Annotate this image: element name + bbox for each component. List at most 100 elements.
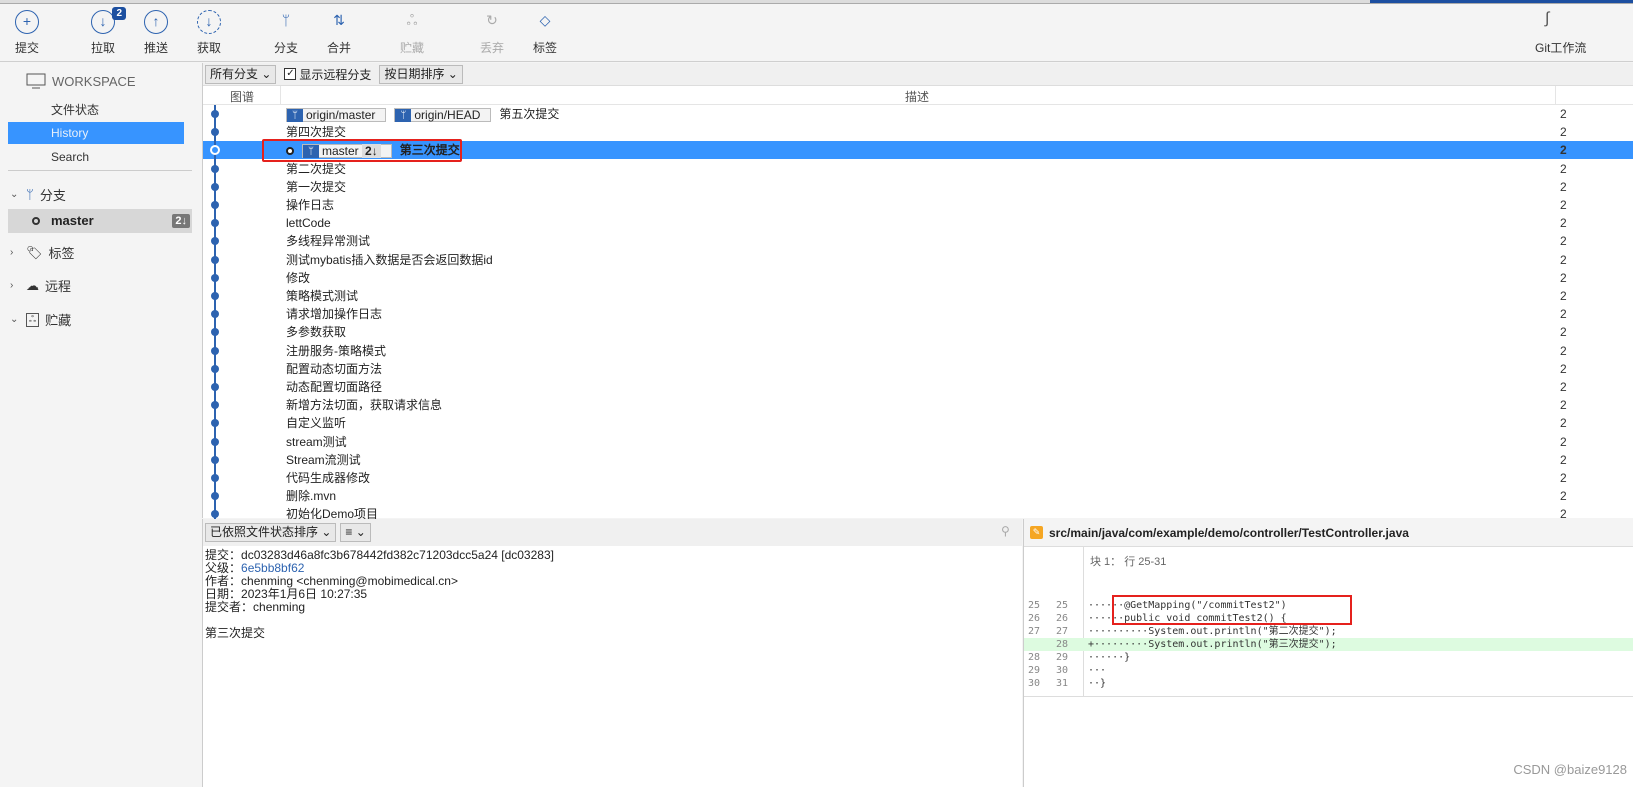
chevron-down-icon: ⌄: [447, 66, 458, 81]
commit-row[interactable]: 自定义监听 2: [203, 414, 1633, 432]
branches-label: 分支: [39, 188, 66, 203]
parent-link[interactable]: 6e5bb8bf62: [241, 561, 304, 575]
commit-row[interactable]: Stream流测试 2: [203, 451, 1633, 469]
commit-row[interactable]: 操作日志 2: [203, 196, 1633, 214]
chevron-right-icon: ›: [10, 280, 14, 291]
commit-row[interactable]: 多线程异常测试 2: [203, 232, 1633, 250]
merge-icon: ⇅: [333, 12, 345, 28]
commit-row[interactable]: 修改 2: [203, 269, 1633, 287]
file-sort-dropdown[interactable]: 已依照文件状态排序 ⌄: [205, 523, 337, 542]
commit-row[interactable]: 动态配置切面路径 2: [203, 378, 1633, 396]
sidebar-item-file-status[interactable]: 文件状态: [8, 99, 184, 121]
commit-description: 自定义监听: [286, 416, 347, 431]
toolbar-push-button[interactable]: ↑ 推送: [131, 10, 181, 56]
active-tab-indicator: [1370, 0, 1633, 3]
toolbar-pull-button[interactable]: ↓ 2 拉取: [78, 7, 128, 56]
commit-hash-line: 提交：dc03283d46a8fc3b678442fd382c71203dcc5…: [205, 549, 1020, 562]
toolbar-discard-button[interactable]: ↻ 丢弃: [467, 10, 517, 56]
checkbox-checked-icon: ✓: [284, 68, 297, 80]
commit-node-icon: [211, 364, 219, 373]
modified-file-icon: ✎: [1030, 526, 1043, 539]
toolbar-label: 获取: [196, 41, 221, 55]
commit-node-icon: [211, 164, 219, 173]
commit-date: 2: [1560, 161, 1567, 176]
highlight-box: [262, 139, 462, 162]
hunk-header: 块 1： 行 25-31: [1090, 556, 1167, 568]
diff-line-added: 28 +·········System.out.println("第三次提交");: [1024, 638, 1633, 651]
commit-row[interactable]: 测试mybatis插入数据是否会返回数据id 2: [203, 251, 1633, 269]
commit-description: 配置动态切面方法: [286, 361, 383, 376]
commit-row[interactable]: 多参数获取 2: [203, 323, 1633, 341]
branch-ref-label[interactable]: ᛘ origin/master: [286, 107, 387, 122]
commit-row[interactable]: 第二次提交 2: [203, 160, 1633, 178]
sidebar-section-remotes[interactable]: › ☁ 远程: [10, 276, 71, 295]
commit-node-icon: [211, 273, 219, 282]
column-description[interactable]: 描述: [905, 88, 929, 105]
sort-dropdown[interactable]: 按日期排序 ⌄: [379, 64, 463, 84]
commit-row[interactable]: 请求增加操作日志 2: [203, 305, 1633, 323]
commit-description: 注册服务-策略模式: [286, 343, 386, 358]
sidebar-section-tags[interactable]: › 🏷 标签: [10, 243, 75, 262]
stashes-label: 贮藏: [45, 313, 72, 328]
remotes-label: 远程: [45, 279, 72, 294]
toolbar-fetch-button[interactable]: ↓ 获取: [184, 10, 234, 56]
sidebar-item-search[interactable]: Search: [8, 146, 184, 168]
view-mode-dropdown[interactable]: ≡ ⌄: [340, 523, 371, 542]
commit-date: 2: [1560, 289, 1567, 303]
branch-ref-label[interactable]: ᛘ origin/HEAD: [394, 107, 492, 122]
commit-row[interactable]: 配置动态切面方法 2: [203, 360, 1633, 378]
commit-row[interactable]: stream测试 2: [203, 433, 1633, 451]
old-line-number: 27: [1028, 626, 1041, 637]
toolbar-tag-button[interactable]: ◇ 标签: [520, 10, 570, 56]
commit-node-icon: [211, 346, 219, 355]
branch-filter-dropdown[interactable]: 所有分支 ⌄: [205, 64, 277, 84]
highlight-box: [1112, 595, 1352, 625]
commit-row[interactable]: 策略模式测试 2: [203, 287, 1633, 305]
commit-row[interactable]: lettCode 2: [203, 214, 1633, 232]
new-line-number: 31: [1056, 678, 1069, 689]
diff-line: 27 27 ··········System.out.println("第二次提交"…: [1024, 625, 1633, 638]
commit-row[interactable]: 代码生成器修改 2: [203, 469, 1633, 487]
commit-details-panel: 已依照文件状态排序 ⌄ ≡ ⌄ ⚲ 提交：dc03283d46a8fc3b678…: [202, 519, 1022, 787]
toolbar-branch-button[interactable]: ᛘ 分支: [261, 10, 311, 56]
show-remote-checkbox[interactable]: ✓ 显示远程分支: [284, 66, 371, 83]
toolbar-label: 合并: [326, 41, 351, 55]
code-text: ··}: [1088, 678, 1107, 689]
toolbar-merge-button[interactable]: ⇅ 合并: [314, 10, 364, 56]
sidebar-section-branches[interactable]: ⌄ ᛘ 分支: [10, 185, 66, 204]
new-line-number: 29: [1056, 652, 1069, 663]
branch-name: master: [51, 213, 94, 228]
column-graph[interactable]: 图谱: [230, 88, 254, 105]
sidebar-branch-master[interactable]: master 2↓: [8, 209, 192, 233]
toolbar-label: 提交: [14, 41, 39, 55]
commit-description: 多线程异常测试: [286, 234, 371, 249]
column-divider[interactable]: [1555, 86, 1556, 104]
commit-description: 修改: [286, 270, 311, 285]
code-text: +·········System.out.println("第三次提交");: [1088, 639, 1337, 650]
commit-date: 2: [1560, 198, 1567, 212]
diff-file-header: ✎ src/main/java/com/example/demo/controll…: [1024, 519, 1633, 547]
chevron-down-icon: ⌄: [321, 525, 332, 539]
git-flow-button[interactable]: ∫ Git工作流: [1535, 10, 1633, 56]
commit-row[interactable]: 删除.mvn 2: [203, 487, 1633, 505]
sidebar-item-history[interactable]: History: [8, 122, 184, 144]
author: chenming <chenming@mobimedical.cn>: [241, 574, 458, 588]
commit-row[interactable]: 注册服务-策略模式 2: [203, 342, 1633, 360]
toolbar-plus-circle-button[interactable]: + 提交: [2, 10, 52, 56]
commit-info: 提交：dc03283d46a8fc3b678442fd382c71203dcc5…: [203, 546, 1022, 643]
search-icon[interactable]: ⚲: [1001, 524, 1010, 538]
toolbar-stash-button[interactable]: ஃ 贮藏: [387, 10, 437, 56]
commit-row[interactable]: 第一次提交 2: [203, 178, 1633, 196]
commit-description: 测试mybatis插入数据是否会返回数据id: [286, 252, 493, 267]
tags-label: 标签: [48, 246, 75, 261]
sidebar-section-stashes[interactable]: ⌄ ஃ 贮藏: [10, 310, 71, 329]
commit-description: lettCode: [286, 216, 331, 231]
column-divider[interactable]: [280, 86, 281, 104]
file-sort-value: 已依照文件状态排序: [210, 525, 319, 539]
watermark: CSDN @baize9128: [1513, 762, 1627, 777]
commit-description: 第一次提交: [286, 179, 347, 194]
commit-row[interactable]: ᛘ origin/master ᛘ origin/HEAD 第五次提交 2: [203, 105, 1633, 123]
author-label: 作者：: [205, 574, 242, 588]
commit-row[interactable]: 新增方法切面，获取请求信息 2: [203, 396, 1633, 414]
commit-node-icon: [211, 437, 219, 446]
